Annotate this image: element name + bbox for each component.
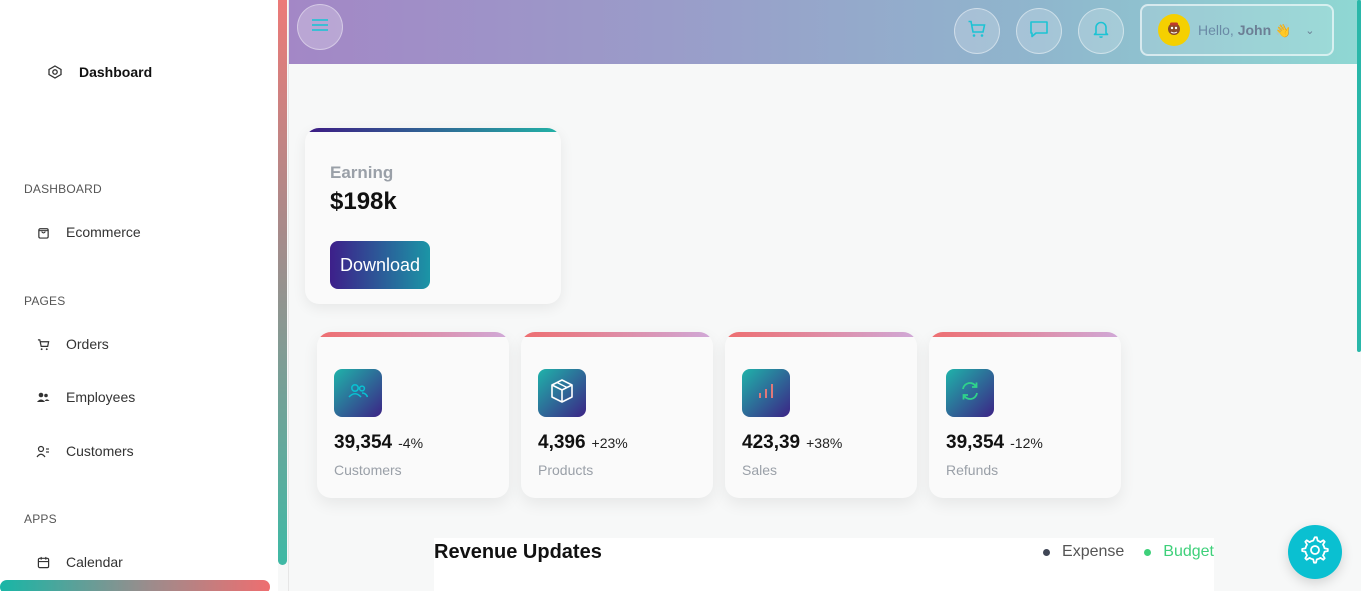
- stat-value: 4,396 +23%: [538, 432, 628, 454]
- sidebar-item-label: Employees: [66, 389, 136, 405]
- notifications-button[interactable]: [1078, 8, 1124, 54]
- card-accent-bar: [521, 332, 713, 337]
- chat-icon: [1029, 19, 1049, 44]
- stat-value: 39,354 -4%: [334, 432, 423, 454]
- revenue-updates-panel: Revenue Updates Expense Budget: [434, 538, 1214, 591]
- legend-label: Budget: [1163, 543, 1214, 560]
- sidebar-item-label: Ecommerce: [66, 224, 141, 240]
- stat-icon-button[interactable]: [538, 369, 586, 417]
- legend-item-budget[interactable]: Budget: [1144, 543, 1214, 561]
- legend-item-expense[interactable]: Expense: [1043, 543, 1124, 561]
- cart-icon: [967, 19, 987, 44]
- revenue-legend: Expense Budget: [1043, 543, 1214, 561]
- stat-card-products: 4,396 +23% Products: [521, 332, 713, 498]
- stat-number: 423,39: [742, 432, 801, 453]
- box-icon: [549, 378, 575, 409]
- profile-name: John: [1237, 21, 1272, 38]
- sidebar-brand[interactable]: Dashboard: [47, 64, 152, 80]
- stat-change: +23%: [591, 435, 628, 451]
- section-title-apps: APPS: [24, 512, 57, 526]
- bar-chart-icon: [756, 381, 776, 406]
- stat-icon-button[interactable]: [742, 369, 790, 417]
- bell-icon: [1092, 19, 1110, 44]
- cart-icon: [36, 337, 50, 351]
- legend-label: Expense: [1062, 543, 1125, 560]
- menu-button[interactable]: [297, 4, 343, 50]
- gear-icon: [1300, 535, 1330, 570]
- cart-button[interactable]: [954, 8, 1000, 54]
- download-button[interactable]: Download: [330, 241, 430, 289]
- profile-menu[interactable]: Hello, John 👋 ⌄: [1140, 4, 1334, 56]
- revenue-title: Revenue Updates: [434, 541, 602, 563]
- section-title-pages: PAGES: [24, 294, 66, 308]
- card-accent-bar: [929, 332, 1121, 337]
- customers-icon: [36, 444, 50, 458]
- page-scrollbar[interactable]: [1357, 0, 1361, 352]
- legend-dot: [1144, 548, 1152, 556]
- stat-label: Sales: [742, 462, 778, 478]
- topbar: Hello, John 👋 ⌄: [289, 0, 1361, 64]
- greeting-text: Hello,: [1198, 21, 1234, 38]
- section-title-dashboard: DASHBOARD: [24, 182, 102, 196]
- sidebar-divider: [288, 0, 289, 591]
- stat-card-customers: 39,354 -4% Customers: [317, 332, 509, 498]
- shopping-bag-icon: [36, 225, 50, 239]
- stat-label: Customers: [334, 462, 402, 478]
- stat-label: Products: [538, 462, 594, 478]
- sidebar: Dashboard DASHBOARD Ecommerce PAGES Orde…: [0, 0, 278, 591]
- users-icon: [347, 382, 369, 405]
- stat-change: -12%: [1010, 435, 1043, 451]
- card-accent-bar: [317, 332, 509, 337]
- sidebar-item-orders[interactable]: Orders: [36, 336, 109, 352]
- card-accent-bar: [725, 332, 917, 337]
- earning-card: Earning $198k Download: [305, 128, 561, 304]
- sidebar-item-calendar[interactable]: Calendar: [36, 554, 123, 570]
- avatar: [1158, 14, 1190, 46]
- menu-icon: [311, 17, 329, 38]
- chat-button[interactable]: [1016, 8, 1062, 54]
- stat-number: 39,354: [946, 432, 1005, 453]
- stat-card-sales: 423,39 +38% Sales: [725, 332, 917, 498]
- sidebar-item-ecommerce[interactable]: Ecommerce: [36, 224, 141, 240]
- legend-dot: [1043, 548, 1051, 556]
- stat-icon-button[interactable]: [334, 369, 382, 417]
- stat-value: 39,354 -12%: [946, 432, 1043, 454]
- sidebar-item-label: Customers: [66, 443, 134, 459]
- refresh-icon: [959, 380, 981, 407]
- sidebar-scrollbar[interactable]: [278, 0, 287, 565]
- stat-icon-button[interactable]: [946, 369, 994, 417]
- wave-emoji: 👋: [1275, 22, 1292, 38]
- stat-number: 39,354: [334, 432, 393, 453]
- dashboard-icon: [47, 64, 63, 80]
- stat-change: -4%: [398, 435, 424, 451]
- earning-value: $198k: [330, 188, 397, 215]
- sidebar-item-label: Calendar: [66, 554, 123, 570]
- earning-label: Earning: [330, 163, 394, 182]
- card-accent-bar: [305, 128, 561, 132]
- stat-value: 423,39 +38%: [742, 432, 842, 454]
- stat-label: Refunds: [946, 462, 999, 478]
- sidebar-horizontal-scrollbar[interactable]: [0, 580, 270, 591]
- stat-number: 4,396: [538, 432, 586, 453]
- sidebar-item-label: Orders: [66, 336, 109, 352]
- sidebar-item-employees[interactable]: Employees: [36, 389, 135, 405]
- stat-card-refunds: 39,354 -12% Refunds: [929, 332, 1121, 498]
- chevron-down-icon: ⌄: [1305, 24, 1315, 37]
- sidebar-item-customers[interactable]: Customers: [36, 443, 134, 459]
- profile-greeting: Hello, John 👋: [1198, 22, 1291, 39]
- calendar-icon: [36, 555, 50, 569]
- brand-label: Dashboard: [79, 64, 153, 80]
- employees-icon: [36, 390, 50, 404]
- settings-button[interactable]: [1288, 525, 1342, 579]
- stat-change: +38%: [806, 435, 843, 451]
